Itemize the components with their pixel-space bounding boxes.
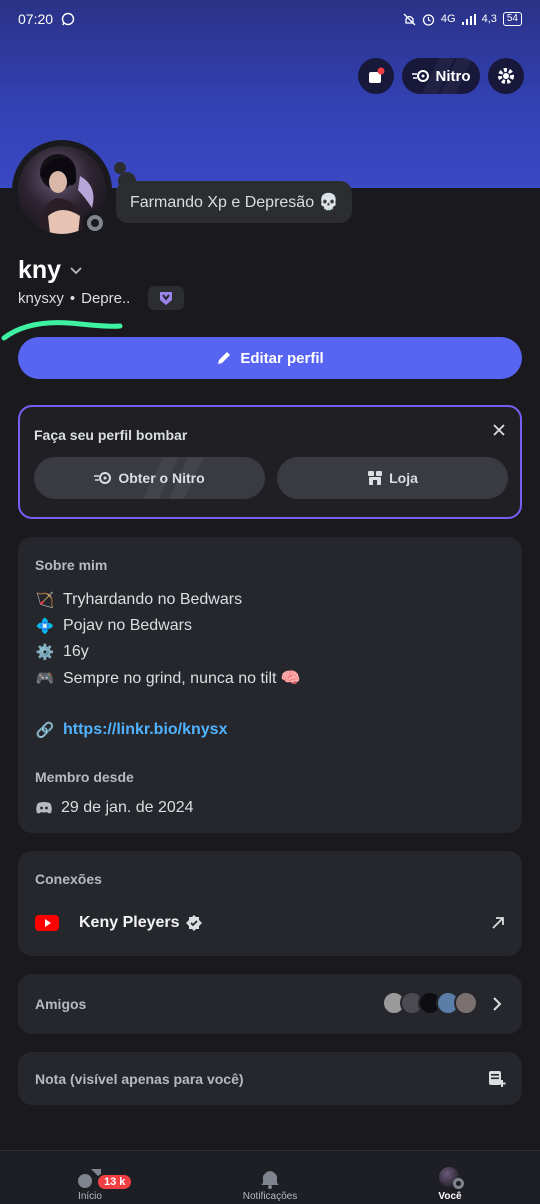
discord-icon xyxy=(36,802,52,814)
bell-icon xyxy=(261,1171,279,1189)
gear-icon: ⚙️ xyxy=(35,644,55,661)
custom-status-bubble[interactable]: Farmando Xp e Depresão 💀 xyxy=(116,181,353,223)
custom-status-text: Farmando Xp e Depresão 💀 xyxy=(130,194,339,211)
bio-line: 🎮 Sempre no grind, nunca no tilt 🧠 xyxy=(35,665,301,691)
nav-you-label: Você xyxy=(438,1191,462,1202)
about-me-label: Sobre mim xyxy=(35,557,108,573)
hypesquad-badge[interactable] xyxy=(148,286,185,310)
connection-item[interactable]: Keny Pleyers xyxy=(35,909,505,937)
connections-label: Conexões xyxy=(35,871,102,887)
chevron-down-icon xyxy=(70,266,82,274)
note-placeholder: Nota (visível apenas para você) xyxy=(35,1071,244,1087)
shop-icon xyxy=(368,471,383,485)
display-name: kny xyxy=(18,256,62,284)
status-bar: 07:20 4G 4,3 54 xyxy=(0,0,540,38)
whatsapp-icon xyxy=(61,12,75,26)
get-nitro-button[interactable]: Obter o Nitro xyxy=(34,457,265,499)
chevron-right-icon xyxy=(493,997,502,1011)
status-time: 07:20 xyxy=(18,11,54,27)
shop-icon xyxy=(369,67,385,83)
bio-line: 💠 Pojav no Bedwars xyxy=(35,613,301,639)
gamepad-icon: 🎮 xyxy=(35,670,55,687)
connection-name: Keny Pleyers xyxy=(79,914,180,931)
bio-line-text: 16y xyxy=(63,643,89,660)
verified-icon xyxy=(185,915,202,931)
bio-line-text: Tryhardando no Bedwars xyxy=(63,591,243,608)
bio-line-text: Sempre no grind, nunca no tilt 🧠 xyxy=(63,670,301,687)
about-me-bio: 🏹 Tryhardando no Bedwars 💠 Pojav no Bedwar… xyxy=(35,587,301,743)
link-icon: 🔗 xyxy=(35,722,55,739)
nitro-icon xyxy=(411,70,429,82)
battery-icon: 54 xyxy=(502,12,522,26)
nitro-promo-card: Faça seu perfil bombar Obter o Nitro Loj… xyxy=(18,405,522,519)
friend-avatar xyxy=(454,991,478,1015)
shop-button[interactable] xyxy=(358,58,394,94)
add-note-icon[interactable] xyxy=(488,1070,506,1088)
friend-avatars xyxy=(382,991,478,1015)
username-row: knysxy • Depre.. xyxy=(18,286,185,310)
gear-icon xyxy=(498,68,514,84)
bio-line: 🏹 Tryhardando no Bedwars xyxy=(35,587,301,613)
note-card[interactable]: Nota (visível apenas para você) xyxy=(18,1052,522,1105)
edit-profile-label: Editar perfil xyxy=(240,349,324,367)
presence-indicator xyxy=(82,210,108,236)
nitro-button[interactable]: Nitro xyxy=(402,58,480,94)
connections-card: Conexões Keny Pleyers xyxy=(18,851,522,956)
close-icon[interactable] xyxy=(492,423,506,437)
bio-line: ⚙️ 16y xyxy=(35,639,301,665)
bottom-navigation: 13 k Início Notificações Você xyxy=(0,1150,540,1204)
network-speed: 4,3 xyxy=(481,13,497,25)
alarm-icon xyxy=(422,13,435,26)
external-link-icon[interactable] xyxy=(491,916,505,930)
offline-status-icon xyxy=(453,1178,464,1189)
network-type: 4G xyxy=(440,13,456,25)
member-since-label: Membro desde xyxy=(35,769,134,785)
nav-notifications-label: Notificações xyxy=(242,1191,298,1202)
pencil-icon xyxy=(218,352,231,364)
bio-line-text: Pojav no Bedwars xyxy=(63,617,192,634)
youtube-icon xyxy=(35,915,59,931)
pronouns: Depre.. xyxy=(81,289,131,307)
offline-status-icon xyxy=(87,215,103,231)
hypesquad-icon xyxy=(160,292,173,305)
member-since-date: 29 de jan. de 2024 xyxy=(61,799,194,816)
shop-label: Loja xyxy=(389,470,418,486)
username: knysxy xyxy=(18,289,64,307)
about-me-card: Sobre mim 🏹 Tryhardando no Bedwars 💠 Pojav… xyxy=(18,537,522,833)
bio-link-line: 🔗 https://linkr.bio/knysx xyxy=(35,717,301,743)
edit-profile-button[interactable]: Editar perfil xyxy=(18,337,522,379)
member-since-row: 29 de jan. de 2024 xyxy=(35,795,194,821)
mute-icon xyxy=(403,13,416,25)
username-separator: • xyxy=(69,289,76,307)
nav-home[interactable]: 13 k Início xyxy=(0,1151,180,1204)
nav-avatar xyxy=(437,1167,464,1189)
nav-home-label: Início xyxy=(78,1191,102,1202)
friends-label: Amigos xyxy=(35,996,87,1012)
friends-card[interactable]: Amigos xyxy=(18,974,522,1034)
signal-icon xyxy=(461,13,476,25)
nav-notifications[interactable]: Notificações xyxy=(180,1151,360,1204)
bow-icon: 🏹 xyxy=(35,592,55,609)
nav-you[interactable]: Você xyxy=(360,1151,540,1204)
settings-button[interactable] xyxy=(488,58,524,94)
diamond-icon: 💠 xyxy=(35,618,55,635)
display-name-row[interactable]: kny xyxy=(18,256,83,285)
nitro-icon xyxy=(94,472,112,484)
shop-button[interactable]: Loja xyxy=(277,457,508,499)
bio-link[interactable]: https://linkr.bio/knysx xyxy=(63,721,227,739)
promo-title: Faça seu perfil bombar xyxy=(34,427,188,443)
mentions-badge: 13 k xyxy=(96,1173,134,1191)
